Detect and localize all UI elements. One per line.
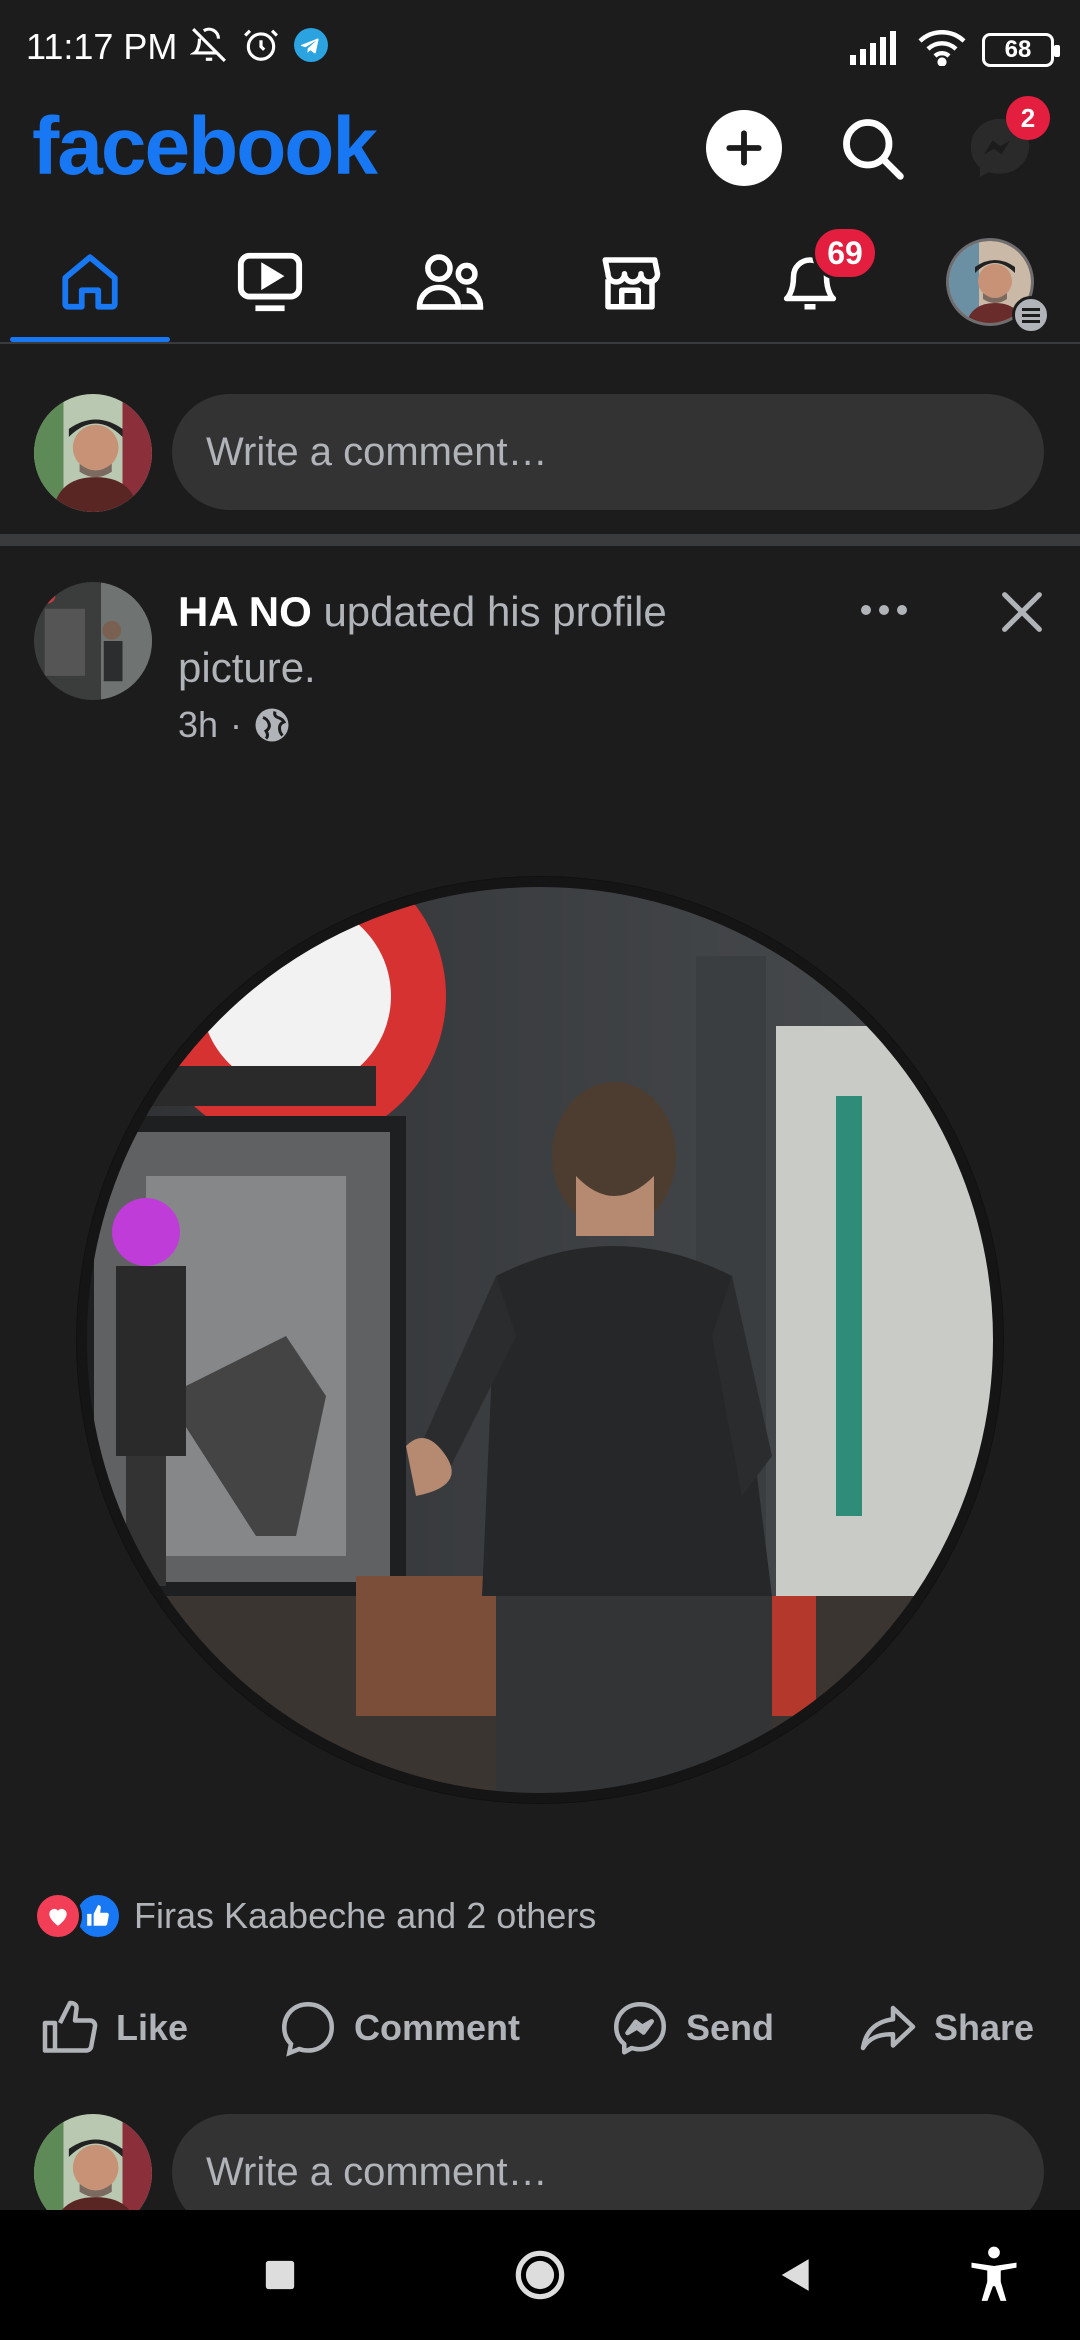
comment-button[interactable]: Comment	[278, 1990, 520, 2066]
globe-icon	[255, 708, 289, 742]
more-icon	[861, 605, 907, 615]
battery-indicator: 68	[982, 32, 1060, 67]
accessibility-icon	[971, 2246, 1017, 2301]
circle-icon	[515, 2250, 565, 2300]
post-comment-input[interactable]: Write a comment…	[172, 2114, 1044, 2210]
tab-notifications[interactable]: 69	[720, 222, 900, 342]
post-meta: 3h ·	[178, 704, 290, 746]
system-nav-bar	[0, 2210, 1080, 2340]
post-comment-composer: Write a comment…	[0, 2110, 1080, 2210]
author-avatar[interactable]	[34, 582, 152, 700]
back-triangle-icon	[781, 2259, 809, 2291]
back-button[interactable]	[736, 2210, 856, 2340]
user-avatar[interactable]	[34, 394, 152, 512]
post-actions: Like Comment Send Share	[0, 1990, 1080, 2066]
square-icon	[265, 2260, 295, 2290]
author-name[interactable]: HA NO	[178, 588, 312, 635]
meta-separator: ·	[230, 704, 243, 745]
profile-picture-image[interactable]	[76, 876, 1004, 1804]
home-system-button[interactable]	[480, 2210, 600, 2340]
menu-icon	[1012, 296, 1050, 334]
post-time[interactable]: 3h	[178, 704, 218, 746]
share-button[interactable]: Share	[858, 1990, 1034, 2066]
store-icon	[602, 257, 661, 310]
status-bar: 11:17 PM 68	[0, 0, 1080, 100]
messenger-button[interactable]: 2	[962, 96, 1050, 186]
status-time: 11:17 PM	[26, 26, 178, 67]
comment-icon	[281, 2001, 335, 2057]
main-nav: 69	[0, 222, 1080, 344]
tab-menu[interactable]	[900, 222, 1080, 342]
comment-input[interactable]: Write a comment…	[172, 394, 1044, 510]
signal-icon	[850, 29, 902, 70]
tab-watch[interactable]	[180, 222, 360, 342]
like-button[interactable]: Like	[40, 1990, 188, 2066]
tab-friends[interactable]	[360, 222, 540, 342]
love-reaction-icon	[34, 1892, 82, 1940]
app-header: facebook 2	[0, 96, 1080, 220]
close-icon	[1002, 592, 1042, 632]
reactions-summary[interactable]: Firas Kaabeche and 2 others	[34, 1886, 596, 1946]
alarm-icon	[242, 26, 280, 69]
recents-button[interactable]	[220, 2210, 340, 2340]
video-icon	[237, 252, 303, 312]
friends-icon	[416, 254, 484, 310]
like-icon	[42, 2000, 98, 2053]
wifi-icon	[918, 28, 966, 71]
home-icon	[62, 254, 118, 310]
accessibility-button[interactable]	[934, 2210, 1054, 2340]
user-avatar-2[interactable]	[34, 2114, 152, 2210]
share-label: Share	[934, 2007, 1035, 2048]
send-button[interactable]: Send	[610, 1990, 774, 2066]
tab-marketplace[interactable]	[540, 222, 720, 342]
messenger-send-icon	[614, 2002, 666, 2055]
post-options-button[interactable]	[846, 590, 922, 630]
telegram-icon	[294, 28, 328, 67]
create-button[interactable]	[706, 110, 782, 186]
search-icon	[843, 119, 904, 180]
comment-composer: Write a comment…	[0, 346, 1080, 534]
messenger-badge: 2	[1006, 96, 1050, 140]
facebook-logo[interactable]: facebook	[32, 100, 378, 194]
section-divider	[0, 534, 1080, 546]
tab-home[interactable]	[0, 222, 180, 342]
like-label: Like	[116, 2007, 189, 2048]
send-label: Send	[686, 2007, 775, 2048]
post-title: HA NO updated his profile picture.	[178, 584, 798, 696]
search-button[interactable]	[834, 110, 910, 186]
reactions-text: Firas Kaabeche and 2 others	[134, 1895, 597, 1936]
notifications-badge: 69	[812, 226, 878, 280]
share-icon	[860, 2005, 916, 2051]
active-tab-indicator	[10, 337, 170, 342]
status-icons-right: 68	[850, 28, 1060, 71]
plus-icon	[726, 130, 762, 166]
status-icons-left	[189, 26, 328, 69]
bell-off-icon	[189, 26, 228, 69]
hide-post-button[interactable]	[992, 582, 1052, 642]
comment-label: Comment	[354, 2007, 521, 2048]
post-header: HA NO updated his profile picture. 3h ·	[0, 570, 1080, 770]
